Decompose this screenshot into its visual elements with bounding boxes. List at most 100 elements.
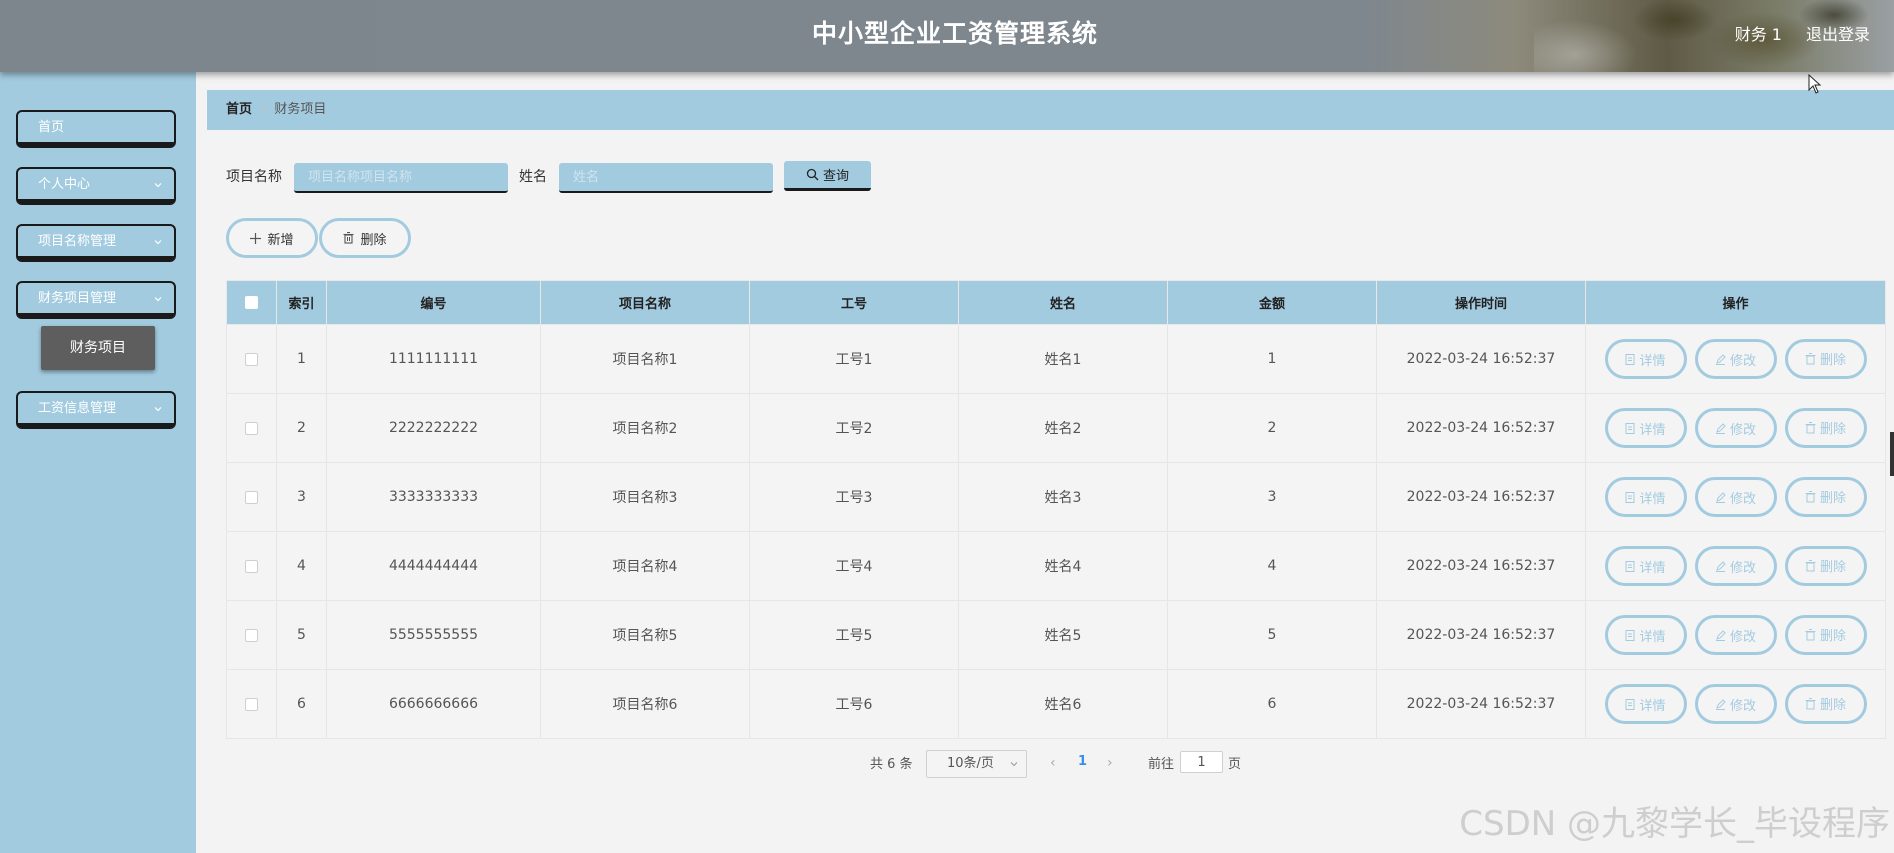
page-size-select[interactable]: 10条/页 — [926, 750, 1027, 778]
sidebar-item-label: 财务项目管理 — [38, 291, 117, 306]
edit-button-label: 修改 — [1729, 353, 1756, 369]
row-checkbox[interactable] — [245, 559, 258, 573]
pagination-total: 共 6 条 — [870, 757, 913, 772]
sidebar-subitem-finance-project[interactable]: 财务项目 — [41, 326, 155, 370]
cell-select[interactable] — [226, 324, 277, 394]
edit-button[interactable]: 修改 — [1694, 615, 1777, 656]
goto-page-input[interactable] — [1180, 751, 1223, 773]
edit-button[interactable]: 修改 — [1694, 339, 1777, 380]
cell-operation-time: 2022-03-24 16:52:37 — [1376, 462, 1586, 532]
sidebar-item-salary-info-management[interactable]: 工资信息管理 — [16, 391, 176, 429]
breadcrumb-home[interactable]: 首页 — [226, 102, 252, 117]
cell-project-name: 项目名称4 — [540, 531, 750, 601]
row-checkbox[interactable] — [245, 490, 258, 504]
detail-button[interactable]: 详情 — [1604, 339, 1687, 380]
watermark: CSDN @九黎学长_毕设程序 — [1459, 804, 1890, 844]
cell-code: 3333333333 — [326, 462, 541, 532]
prev-page-button[interactable]: ‹ — [1050, 755, 1056, 771]
header-project-name: 项目名称 — [540, 280, 750, 325]
page-number-1[interactable]: 1 — [1078, 754, 1087, 769]
cell-code: 4444444444 — [326, 531, 541, 601]
cell-name: 姓名3 — [958, 462, 1168, 532]
delete-button[interactable]: 删除 — [1784, 614, 1867, 655]
sidebar-item-finance-project-management[interactable]: 财务项目管理 — [16, 281, 176, 319]
cell-operation-time: 2022-03-24 16:52:37 — [1376, 324, 1586, 394]
document-icon — [1625, 560, 1635, 572]
finance-project-table: 索引 编号 项目名称 工号 姓名 金额 操作时间 操作 1 1111111111 项… — [226, 280, 1886, 739]
cell-select[interactable] — [226, 393, 277, 463]
edit-button[interactable]: 修改 — [1694, 546, 1777, 587]
cell-select[interactable] — [226, 531, 277, 601]
delete-button[interactable]: 删除 — [1784, 476, 1867, 517]
select-all-checkbox[interactable] — [245, 296, 258, 309]
scrollbar-indicator[interactable] — [1890, 432, 1894, 476]
table-header-row: 索引 编号 项目名称 工号 姓名 金额 操作时间 操作 — [226, 280, 1886, 325]
delete-button-label: 删除 — [1819, 353, 1846, 369]
breadcrumb-separator: / — [261, 102, 266, 117]
goto-label: 前往 — [1148, 757, 1175, 772]
cell-index: 3 — [276, 462, 327, 532]
cell-select[interactable] — [226, 462, 277, 532]
trash-icon — [1805, 628, 1816, 641]
edit-button[interactable]: 修改 — [1694, 477, 1777, 518]
detail-button[interactable]: 详情 — [1604, 615, 1687, 656]
row-checkbox[interactable] — [245, 421, 258, 435]
sidebar-item-home[interactable]: 首页 — [16, 110, 176, 148]
batch-delete-button[interactable]: 删除 — [319, 218, 411, 258]
delete-button-label: 删除 — [1819, 422, 1846, 438]
edit-pencil-icon — [1715, 561, 1726, 572]
breadcrumb: 首页 / 财务项目 — [207, 90, 1894, 130]
table-row: 4 4444444444 项目名称4 工号4 姓名4 4 2022-03-24 16:52:… — [226, 531, 1886, 601]
cell-name: 姓名4 — [958, 531, 1168, 601]
cell-project-name: 项目名称5 — [540, 600, 750, 670]
delete-button[interactable]: 删除 — [1784, 545, 1867, 586]
logout-link[interactable]: 退出登录 — [1806, 21, 1870, 45]
row-checkbox[interactable] — [245, 628, 258, 642]
detail-button[interactable]: 详情 — [1604, 546, 1687, 587]
sidebar-item-personal-center[interactable]: 个人中心 — [16, 167, 176, 205]
cell-index: 2 — [276, 393, 327, 463]
cell-amount: 6 — [1167, 669, 1377, 739]
detail-button[interactable]: 详情 — [1604, 408, 1687, 449]
edit-button-label: 修改 — [1729, 629, 1756, 645]
cell-name: 姓名1 — [958, 324, 1168, 394]
header-select-all[interactable] — [226, 280, 277, 325]
page-suffix: 页 — [1228, 757, 1242, 772]
project-name-label: 项目名称 — [226, 169, 282, 185]
document-icon — [1625, 422, 1635, 434]
name-input[interactable] — [559, 163, 773, 193]
cell-select[interactable] — [226, 600, 277, 670]
table-row: 1 1111111111 项目名称1 工号1 姓名1 1 2022-03-24 16:52:… — [226, 324, 1886, 394]
cell-job-no: 工号3 — [749, 462, 959, 532]
cell-operation-time: 2022-03-24 16:52:37 — [1376, 393, 1586, 463]
delete-button-label: 删除 — [1819, 629, 1846, 645]
edit-button[interactable]: 修改 — [1694, 684, 1777, 725]
delete-button[interactable]: 删除 — [1784, 683, 1867, 724]
current-user: 财务 1 — [1734, 25, 1782, 44]
next-page-button[interactable]: › — [1107, 755, 1113, 771]
batch-delete-button-label: 删除 — [360, 232, 387, 248]
delete-button[interactable]: 删除 — [1784, 407, 1867, 448]
trash-icon — [1805, 697, 1816, 710]
header-code: 编号 — [326, 280, 541, 325]
row-checkbox[interactable] — [245, 352, 258, 366]
query-button[interactable]: 查询 — [784, 161, 871, 191]
detail-button[interactable]: 详情 — [1604, 477, 1687, 518]
cell-code: 5555555555 — [326, 600, 541, 670]
cell-amount: 3 — [1167, 462, 1377, 532]
row-checkbox[interactable] — [245, 697, 258, 711]
delete-button-label: 删除 — [1819, 698, 1846, 714]
sidebar-item-project-name-management[interactable]: 项目名称管理 — [16, 224, 176, 262]
chevron-down-icon — [154, 407, 162, 412]
add-button[interactable]: 新增 — [226, 218, 318, 258]
delete-button[interactable]: 删除 — [1784, 338, 1867, 379]
cell-select[interactable] — [226, 669, 277, 739]
plus-icon — [250, 232, 262, 244]
project-name-input[interactable] — [294, 163, 508, 193]
detail-button[interactable]: 详情 — [1604, 684, 1687, 725]
edit-pencil-icon — [1715, 423, 1726, 434]
edit-button[interactable]: 修改 — [1694, 408, 1777, 449]
delete-button-label: 删除 — [1819, 560, 1846, 576]
edit-button-label: 修改 — [1729, 422, 1756, 438]
cell-project-name: 项目名称1 — [540, 324, 750, 394]
